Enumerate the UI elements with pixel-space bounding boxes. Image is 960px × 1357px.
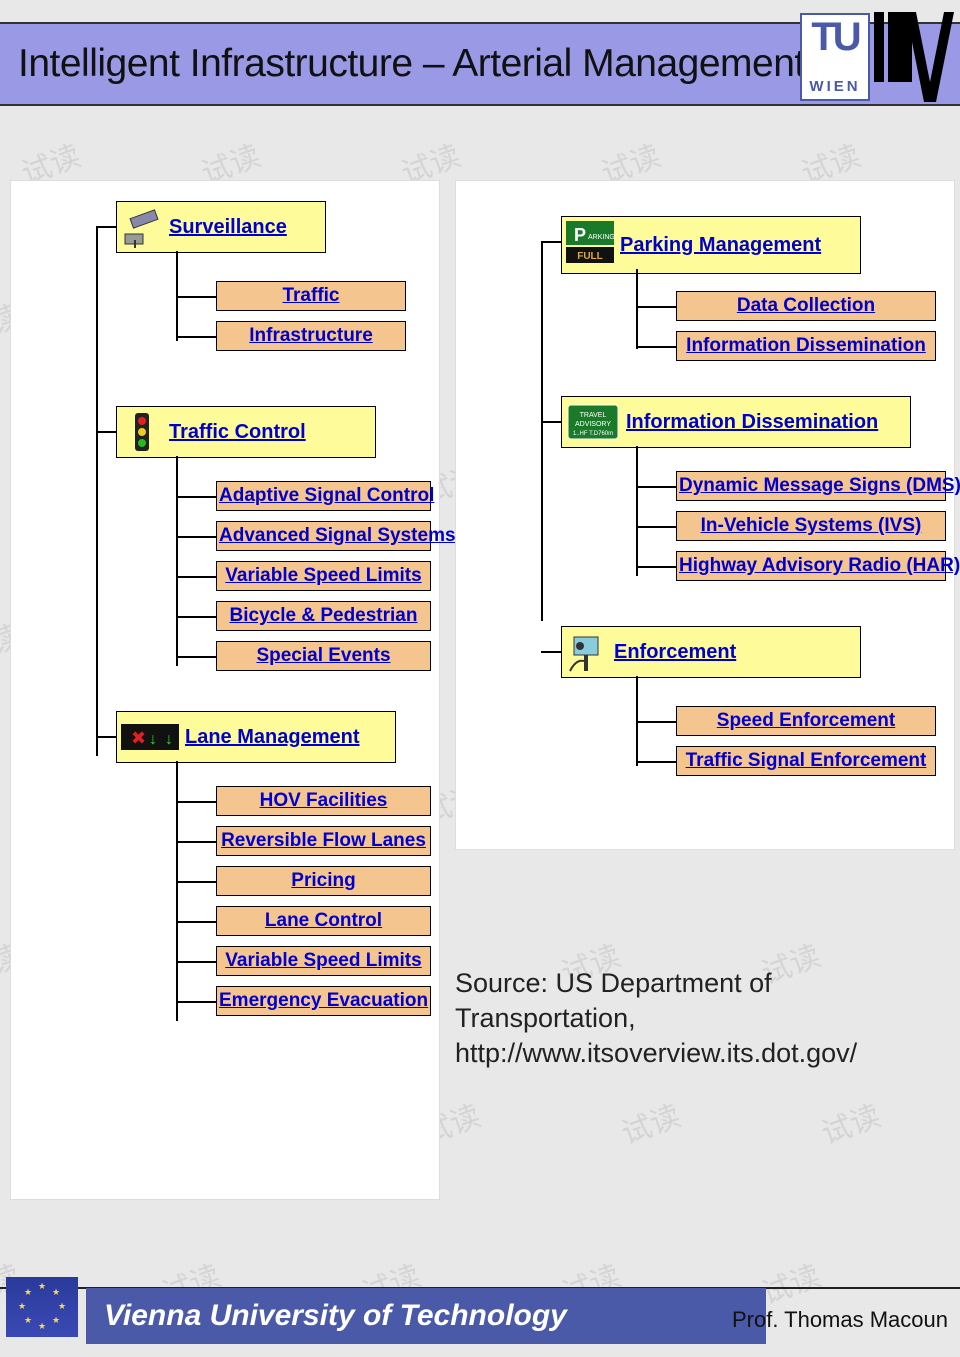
svg-text:↓: ↓ [165, 731, 173, 748]
inf-child-1[interactable]: In-Vehicle Systems (IVS) [676, 511, 946, 541]
inf-child-2[interactable]: Highway Advisory Radio (HAR) [676, 551, 946, 581]
enforcement-link[interactable]: Enforcement [614, 641, 736, 664]
inf-child-1-link[interactable]: In-Vehicle Systems (IVS) [701, 515, 922, 536]
tc-child-0-link[interactable]: Adaptive Signal Control [219, 485, 434, 506]
tc-child-4[interactable]: Special Events [216, 641, 431, 671]
lm-child-3-link[interactable]: Lane Control [265, 910, 382, 931]
svg-text:TRAVEL: TRAVEL [580, 412, 607, 419]
left-diagram-panel: Surveillance Traffic Infrastructure Traf… [10, 180, 440, 1200]
enforcement-camera-icon [566, 631, 608, 673]
info-header[interactable]: TRAVEL ADVISORY 1..HF T.D760m Information … [561, 396, 911, 448]
svg-text:1..HF T.D760m: 1..HF T.D760m [573, 431, 613, 437]
footer-university: Vienna University of Technology [86, 1288, 766, 1344]
parking-header[interactable]: PARKING FULL Parking Management [561, 216, 861, 274]
traffic-light-icon [121, 411, 163, 453]
tc-child-1-link[interactable]: Advanced Signal Systems [219, 525, 456, 546]
lane-signal-icon: ✖↓↓ [121, 716, 179, 758]
pk-child-0-link[interactable]: Data Collection [737, 295, 875, 316]
tc-child-2[interactable]: Variable Speed Limits [216, 561, 431, 591]
tu-wien-logo: TU WIEN [800, 13, 870, 101]
surveillance-header[interactable]: Surveillance [116, 201, 326, 253]
lm-child-2-link[interactable]: Pricing [291, 870, 355, 891]
inf-child-0[interactable]: Dynamic Message Signs (DMS) [676, 471, 946, 501]
lm-child-1[interactable]: Reversible Flow Lanes [216, 826, 431, 856]
tc-child-2-link[interactable]: Variable Speed Limits [225, 565, 421, 586]
svg-text:FULL: FULL [577, 251, 603, 262]
lm-child-0-link[interactable]: HOV Facilities [260, 790, 388, 811]
svg-text:✖: ✖ [131, 728, 146, 748]
lm-child-5[interactable]: Emergency Evacuation [216, 986, 431, 1016]
watermark: 试读 [614, 1091, 685, 1153]
enf-child-0-link[interactable]: Speed Enforcement [717, 710, 895, 731]
tc-child-3-link[interactable]: Bicycle & Pedestrian [230, 605, 418, 626]
lm-child-0[interactable]: HOV Facilities [216, 786, 431, 816]
lm-child-4[interactable]: Variable Speed Limits [216, 946, 431, 976]
info-link[interactable]: Information Dissemination [626, 411, 878, 434]
enf-child-1[interactable]: Traffic Signal Enforcement [676, 746, 936, 776]
source-citation: Source: US Department of Transportation,… [455, 966, 955, 1071]
traffic-control-header[interactable]: Traffic Control [116, 406, 376, 458]
surv-child-0-link[interactable]: Traffic [282, 285, 339, 306]
surv-child-1-link[interactable]: Infrastructure [249, 325, 373, 346]
svg-text:ARKING: ARKING [588, 234, 614, 241]
lane-mgmt-link[interactable]: Lane Management [185, 726, 359, 749]
logo-wien-text: WIEN [809, 78, 860, 95]
surv-child-1[interactable]: Infrastructure [216, 321, 406, 351]
tc-child-3[interactable]: Bicycle & Pedestrian [216, 601, 431, 631]
lm-child-3[interactable]: Lane Control [216, 906, 431, 936]
logo-group: TU WIEN TUWIEN [800, 12, 954, 102]
source-line1: Source: US Department of Transportation, [455, 966, 955, 1036]
inf-child-2-link[interactable]: Highway Advisory Radio (HAR) [679, 555, 960, 576]
inf-child-0-link[interactable]: Dynamic Message Signs (DMS) [679, 475, 960, 496]
pk-child-0[interactable]: Data Collection [676, 291, 936, 321]
watermark: 试读 [814, 1091, 885, 1153]
lane-mgmt-header[interactable]: ✖↓↓ Lane Management [116, 711, 396, 763]
pk-child-1-link[interactable]: Information Dissemination [686, 335, 926, 356]
camera-icon [121, 206, 163, 248]
tc-child-1[interactable]: Advanced Signal Systems [216, 521, 431, 551]
ivv-logo: TUWIEN [874, 12, 954, 102]
svg-text:ADVISORY: ADVISORY [575, 421, 611, 428]
parking-icon: PARKING FULL [566, 221, 614, 269]
svg-text:↓: ↓ [149, 731, 157, 748]
svg-text:P: P [574, 225, 586, 245]
lm-child-2[interactable]: Pricing [216, 866, 431, 896]
lm-child-1-link[interactable]: Reversible Flow Lanes [221, 830, 426, 851]
right-diagram-panel: PARKING FULL Parking Management Data Coll… [455, 180, 955, 850]
enf-child-0[interactable]: Speed Enforcement [676, 706, 936, 736]
slide-title: Intelligent Infrastructure – Arterial Ma… [0, 42, 805, 86]
tc-child-0[interactable]: Adaptive Signal Control [216, 481, 431, 511]
travel-advisory-sign-icon: TRAVEL ADVISORY 1..HF T.D760m [566, 401, 620, 443]
enforcement-header[interactable]: Enforcement [561, 626, 861, 678]
lm-child-4-link[interactable]: Variable Speed Limits [225, 950, 421, 971]
eu-flag-icon: ★ ★ ★ ★ ★ ★ ★ ★ [6, 1277, 78, 1337]
tc-child-4-link[interactable]: Special Events [256, 645, 390, 666]
logo-tu-text: TU [811, 19, 858, 55]
source-line2: http://www.itsoverview.its.dot.gov/ [455, 1036, 955, 1071]
enf-child-1-link[interactable]: Traffic Signal Enforcement [686, 750, 927, 771]
surv-child-0[interactable]: Traffic [216, 281, 406, 311]
parking-link[interactable]: Parking Management [620, 234, 821, 257]
lm-child-5-link[interactable]: Emergency Evacuation [219, 990, 428, 1011]
surveillance-link[interactable]: Surveillance [169, 216, 287, 239]
traffic-control-link[interactable]: Traffic Control [169, 421, 306, 444]
pk-child-1[interactable]: Information Dissemination [676, 331, 936, 361]
footer-author: Prof. Thomas Macoun [732, 1307, 948, 1333]
